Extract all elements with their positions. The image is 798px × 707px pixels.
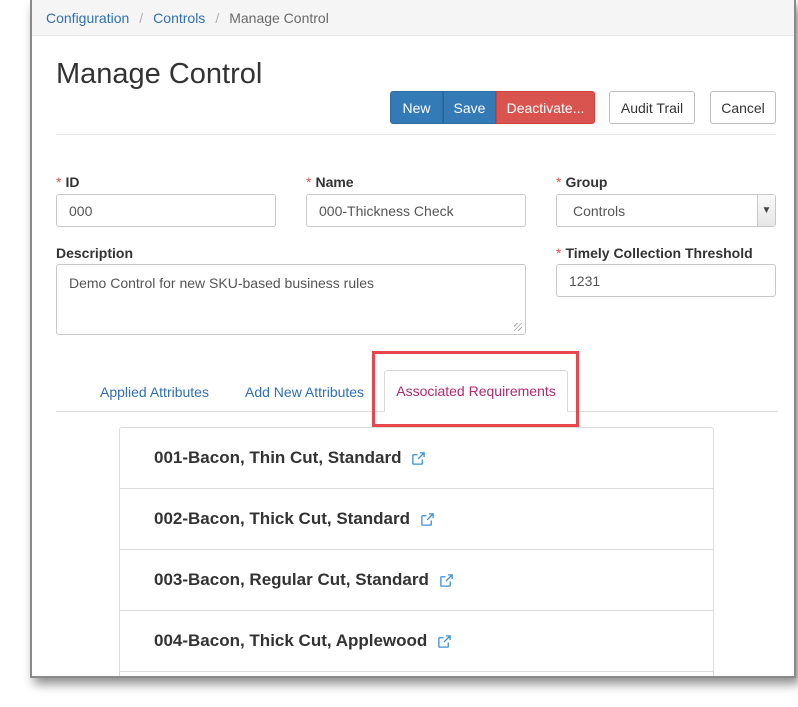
description-textarea[interactable]: Demo Control for new SKU-based business …: [56, 264, 526, 335]
external-link-icon[interactable]: [439, 573, 454, 588]
id-value: 000: [69, 202, 93, 219]
resize-handle-icon[interactable]: [514, 323, 522, 331]
deactivate-button[interactable]: Deactivate...: [496, 91, 595, 124]
breadcrumb-separator: /: [215, 9, 220, 26]
group-label: * Group: [556, 174, 608, 190]
primary-actions: New Save Deactivate...: [390, 91, 595, 124]
requirement-label: 001-Bacon, Thin Cut, Standard: [154, 448, 402, 467]
list-item[interactable]: 001-Bacon, Thin Cut, Standard: [120, 428, 713, 489]
requirement-label: 002-Bacon, Thick Cut, Standard: [154, 509, 410, 528]
requirement-label: 003-Bacon, Regular Cut, Standard: [154, 570, 429, 589]
tab-add-new-attributes[interactable]: Add New Attributes: [245, 384, 364, 400]
cancel-button[interactable]: Cancel: [710, 91, 776, 124]
required-marker: *: [306, 174, 312, 190]
breadcrumb: Configuration / Controls / Manage Contro…: [32, 0, 794, 36]
list-item[interactable]: 004-Bacon, Thick Cut, Applewood: [120, 611, 713, 672]
threshold-label: * Timely Collection Threshold: [556, 245, 753, 261]
audit-trail-button[interactable]: Audit Trail: [609, 91, 695, 124]
external-link-icon[interactable]: [411, 451, 426, 466]
header-divider: [56, 134, 776, 135]
description-value: Demo Control for new SKU-based business …: [69, 275, 375, 291]
save-button[interactable]: Save: [443, 91, 496, 124]
page-title: Manage Control: [56, 58, 263, 90]
list-item[interactable]: 003-Bacon, Regular Cut, Standard: [120, 550, 713, 611]
requirements-list: 001-Bacon, Thin Cut, Standard 002-Bacon,…: [119, 427, 714, 676]
external-link-icon[interactable]: [437, 634, 452, 649]
threshold-input[interactable]: 1231: [556, 264, 776, 297]
breadcrumb-configuration[interactable]: Configuration: [46, 10, 129, 26]
breadcrumb-controls[interactable]: Controls: [153, 10, 205, 26]
id-input[interactable]: 000: [56, 194, 276, 227]
name-input[interactable]: 000-Thickness Check: [306, 194, 526, 227]
description-label: Description: [56, 245, 134, 261]
required-marker: *: [56, 174, 62, 190]
breadcrumb-current: Manage Control: [229, 9, 329, 26]
list-item[interactable]: 002-Bacon, Thick Cut, Standard: [120, 489, 713, 550]
name-value: 000-Thickness Check: [319, 202, 454, 219]
chevron-down-icon[interactable]: ▼: [757, 195, 775, 226]
breadcrumb-separator: /: [139, 9, 144, 26]
new-button[interactable]: New: [390, 91, 443, 124]
id-label: * ID: [56, 174, 80, 190]
group-select[interactable]: Controls ▼: [556, 194, 776, 227]
name-label: * Name: [306, 174, 354, 190]
required-marker: *: [556, 174, 562, 190]
external-link-icon[interactable]: [420, 512, 435, 527]
app-window: Configuration / Controls / Manage Contro…: [30, 0, 796, 678]
requirement-label: 004-Bacon, Thick Cut, Applewood: [154, 631, 428, 650]
tab-applied-attributes[interactable]: Applied Attributes: [100, 384, 209, 400]
group-value: Controls: [573, 202, 626, 219]
required-marker: *: [556, 245, 562, 261]
threshold-value: 1231: [569, 272, 601, 289]
tab-associated-requirements[interactable]: Associated Requirements: [384, 370, 568, 412]
